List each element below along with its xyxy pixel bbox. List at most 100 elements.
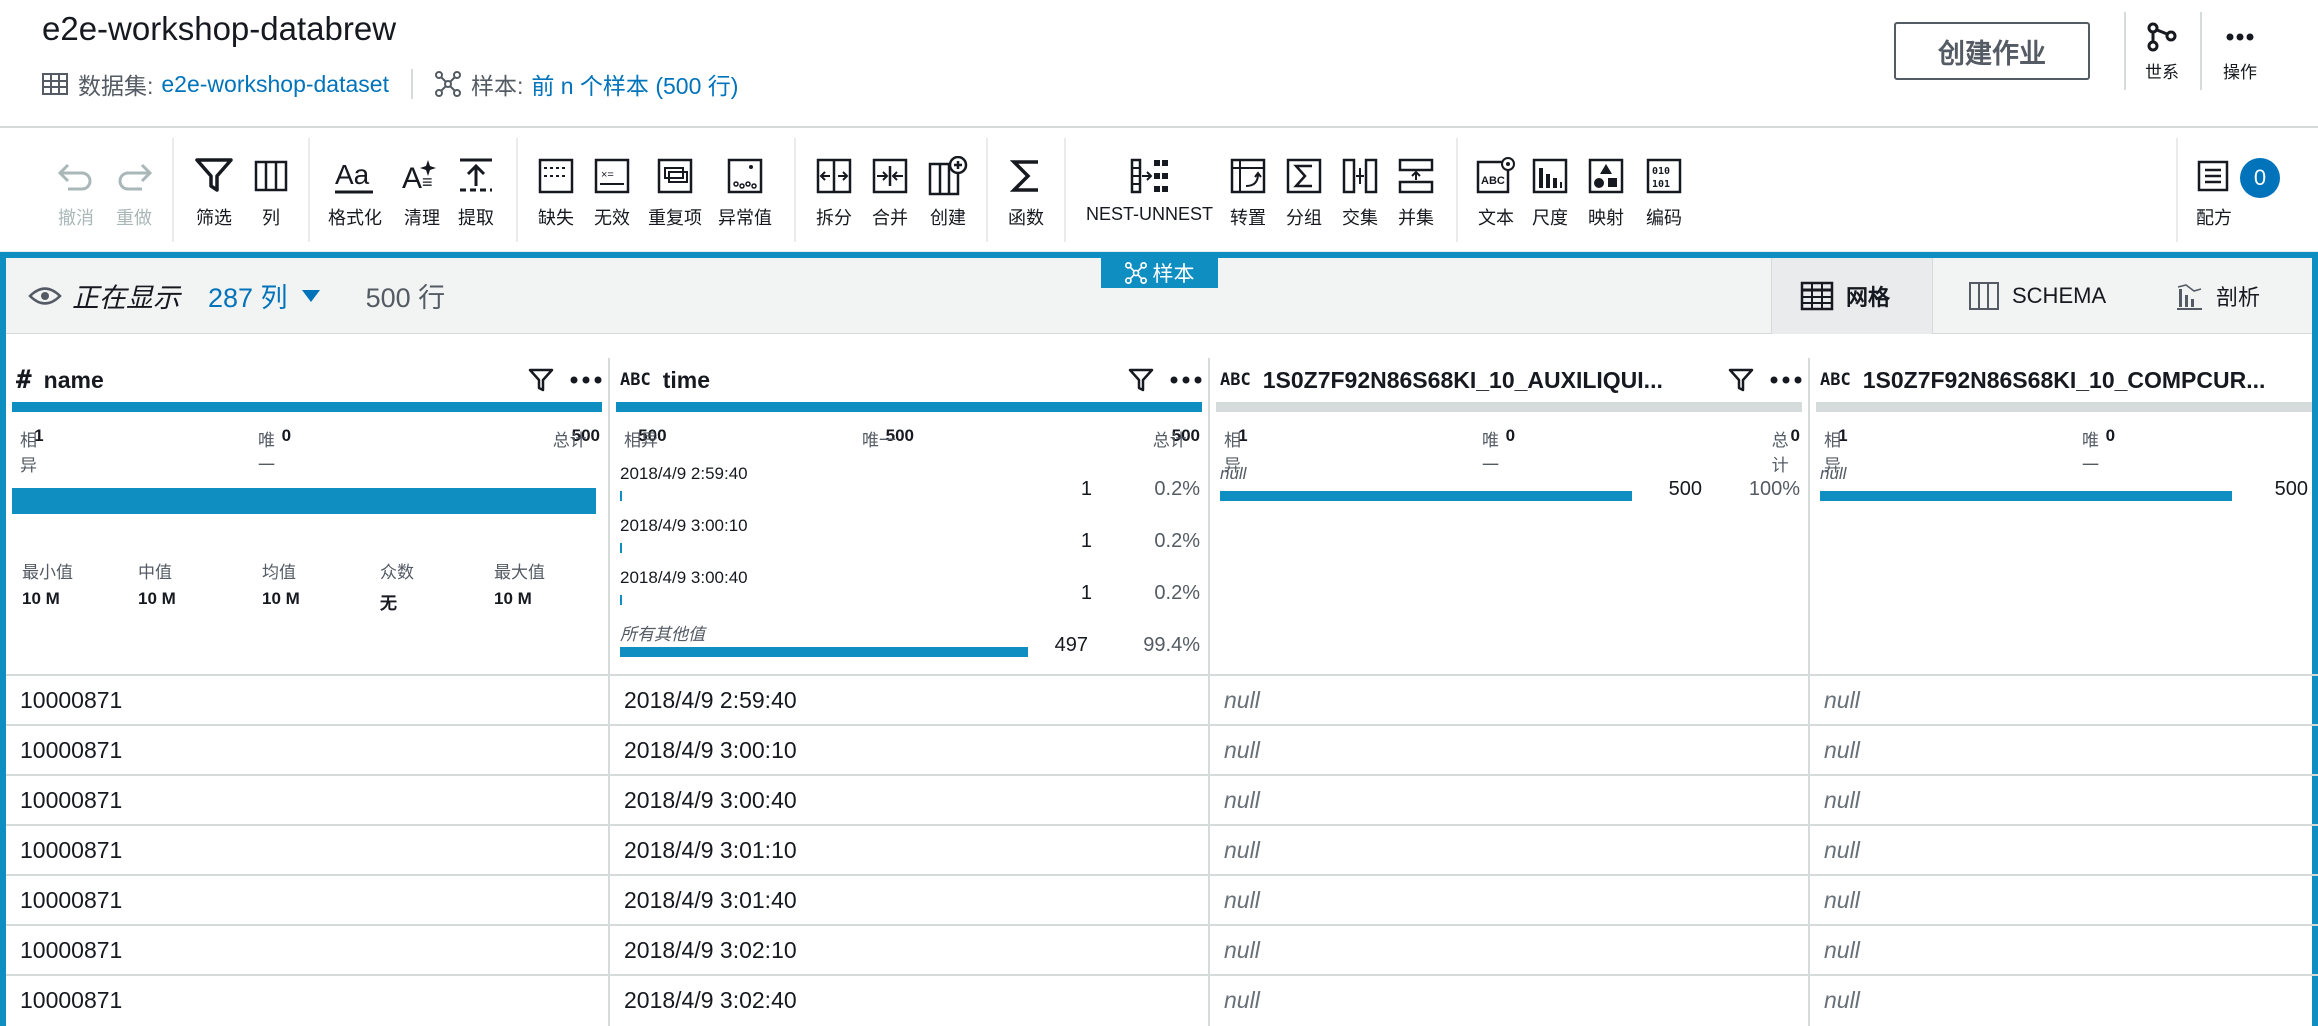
table-cell[interactable]: null — [1810, 826, 2312, 874]
redo-button[interactable]: 重做 — [114, 154, 154, 230]
filter-icon[interactable] — [1728, 367, 1754, 393]
table-cell[interactable]: 10000871 — [6, 776, 608, 824]
nest-unnest-button[interactable]: NEST-UNNEST — [1086, 154, 1213, 225]
extract-button[interactable]: 提取 — [456, 154, 496, 230]
top-value-row[interactable]: null 500 100% — [1220, 464, 1800, 516]
scale-button[interactable]: 尺度 — [1532, 154, 1568, 230]
columns-selector[interactable]: 287 列 — [208, 276, 322, 315]
tab-profile[interactable]: 剖析 — [2146, 258, 2296, 334]
sample-link[interactable]: 前 n 个样本 (500 行) — [531, 67, 738, 101]
table-cell[interactable]: 10000871 — [6, 976, 608, 1024]
median-value: 10 M — [138, 589, 176, 608]
group-icon — [1286, 158, 1322, 194]
table-row[interactable]: 10000871 2018/4/9 3:00:10 null null — [6, 724, 2318, 774]
column-header[interactable]: ABC 1S0Z7F92N86S68KI_10_AUXILIQUI... — [1220, 358, 1802, 402]
pivot-button[interactable]: 转置 — [1230, 154, 1266, 230]
tab-grid[interactable]: 网格 — [1771, 258, 1933, 334]
table-cell[interactable]: null — [1810, 676, 2312, 724]
tab-schema-label: SCHEMA — [2012, 283, 2107, 308]
format-button[interactable]: Aa 格式化 — [328, 154, 382, 230]
min-stat: 最小值 10 M — [22, 558, 73, 609]
table-cell[interactable]: null — [1810, 976, 2312, 1024]
column-icon — [254, 160, 288, 192]
table-cell[interactable]: null — [1810, 726, 2312, 774]
table-cell[interactable]: null — [1210, 726, 1808, 774]
table-cell[interactable]: 2018/4/9 3:01:40 — [610, 876, 1208, 924]
missing-button[interactable]: 缺失 — [538, 154, 574, 230]
top-value-row[interactable]: 2018/4/9 2:59:40 1 0.2% — [620, 464, 1200, 516]
table-cell[interactable]: 10000871 — [6, 876, 608, 924]
outliers-button[interactable]: 异常值 — [718, 154, 772, 230]
duplicates-button[interactable]: 重复项 — [648, 154, 702, 230]
table-cell[interactable]: null — [1210, 926, 1808, 974]
value-distribution-bar — [12, 488, 596, 514]
create-job-button[interactable]: 创建作业 — [1894, 22, 2090, 80]
invalid-button[interactable]: ×= 无效 — [594, 154, 630, 230]
filter-icon[interactable] — [528, 367, 554, 393]
table-cell[interactable]: 10000871 — [6, 726, 608, 774]
table-cell[interactable]: null — [1810, 776, 2312, 824]
more-icon[interactable] — [1770, 375, 1802, 385]
top-value-row[interactable]: 所有其他值 497 99.4% — [620, 620, 1200, 672]
table-cell[interactable]: 10000871 — [6, 926, 608, 974]
create-column-button[interactable]: 创建 — [928, 154, 968, 230]
column-header[interactable]: ABC 1S0Z7F92N86S68KI_10_COMPCUR... — [1820, 358, 2312, 402]
table-cell[interactable]: 2018/4/9 2:59:40 — [610, 676, 1208, 724]
column-button[interactable]: 列 — [254, 154, 288, 230]
top-value-row[interactable]: 2018/4/9 3:00:40 1 0.2% — [620, 568, 1200, 620]
table-row[interactable]: 10000871 2018/4/9 3:00:40 null null — [6, 774, 2318, 824]
tab-profile-label: 剖析 — [2216, 285, 2261, 310]
table-row[interactable]: 10000871 2018/4/9 3:01:10 null null — [6, 824, 2318, 874]
lineage-button[interactable]: 世系 — [2132, 22, 2192, 83]
table-row[interactable]: 10000871 2018/4/9 3:02:10 null null — [6, 924, 2318, 974]
format-icon: Aa — [335, 159, 373, 194]
table-row[interactable]: 10000871 2018/4/9 3:01:40 null null — [6, 874, 2318, 924]
column-header[interactable]: ABC time — [620, 358, 1202, 402]
divider — [308, 138, 310, 242]
group-button[interactable]: 分组 — [1286, 154, 1322, 230]
table-cell[interactable]: 2018/4/9 3:00:40 — [610, 776, 1208, 824]
table-cell[interactable]: 10000871 — [6, 676, 608, 724]
page-header: e2e-workshop-databrew 数据集: e2e-workshop-… — [0, 0, 2318, 128]
dataset-link[interactable]: e2e-workshop-dataset — [161, 71, 389, 98]
functions-button[interactable]: 函数 — [1008, 154, 1044, 230]
actions-button[interactable]: 操作 — [2210, 22, 2270, 83]
table-cell[interactable]: null — [1210, 676, 1808, 724]
divider — [2200, 12, 2202, 90]
sample-tag: 样本 — [1101, 258, 1218, 288]
shapes-icon — [1588, 158, 1624, 194]
table-cell[interactable]: 2018/4/9 3:02:40 — [610, 976, 1208, 1024]
filter-icon[interactable] — [1128, 367, 1154, 393]
undo-button[interactable]: 撤消 — [56, 154, 96, 230]
join-button[interactable]: 交集 — [1342, 154, 1378, 230]
more-icon[interactable] — [1170, 375, 1202, 385]
table-row[interactable]: 10000871 2018/4/9 3:02:40 null null — [6, 974, 2318, 1024]
table-cell[interactable]: 2018/4/9 3:01:10 — [610, 826, 1208, 874]
table-cell[interactable]: null — [1810, 876, 2312, 924]
tab-schema[interactable]: SCHEMA — [1940, 258, 2110, 334]
top-value-row[interactable]: null 500 — [1820, 464, 2312, 516]
table-cell[interactable]: 10000871 — [6, 826, 608, 874]
table-cell[interactable]: null — [1210, 776, 1808, 824]
split-button[interactable]: 拆分 — [816, 154, 852, 230]
table-cell[interactable]: null — [1210, 826, 1808, 874]
filter-icon — [195, 158, 233, 192]
table-icon — [42, 73, 68, 95]
recipe-button[interactable]: 配方 — [2196, 154, 2232, 230]
table-cell[interactable]: null — [1210, 976, 1808, 1024]
table-cell[interactable]: null — [1210, 876, 1808, 924]
table-cell[interactable]: 2018/4/9 3:02:10 — [610, 926, 1208, 974]
mapping-button[interactable]: 映射 — [1588, 154, 1624, 230]
encode-button[interactable]: 010 101 编码 — [1646, 154, 1682, 230]
merge-button[interactable]: 合并 — [872, 154, 908, 230]
top-value-row[interactable]: 2018/4/9 3:00:10 1 0.2% — [620, 516, 1200, 568]
union-button[interactable]: 并集 — [1398, 154, 1434, 230]
filter-button[interactable]: 筛选 — [194, 154, 234, 230]
table-row[interactable]: 10000871 2018/4/9 2:59:40 null null — [6, 674, 2318, 724]
more-icon[interactable] — [570, 375, 602, 385]
table-cell[interactable]: null — [1810, 926, 2312, 974]
column-header[interactable]: # name — [16, 358, 602, 402]
text-button[interactable]: ABC 文本 — [1476, 154, 1516, 230]
table-cell[interactable]: 2018/4/9 3:00:10 — [610, 726, 1208, 774]
clean-button[interactable]: A ≡ 清理 — [400, 154, 444, 230]
